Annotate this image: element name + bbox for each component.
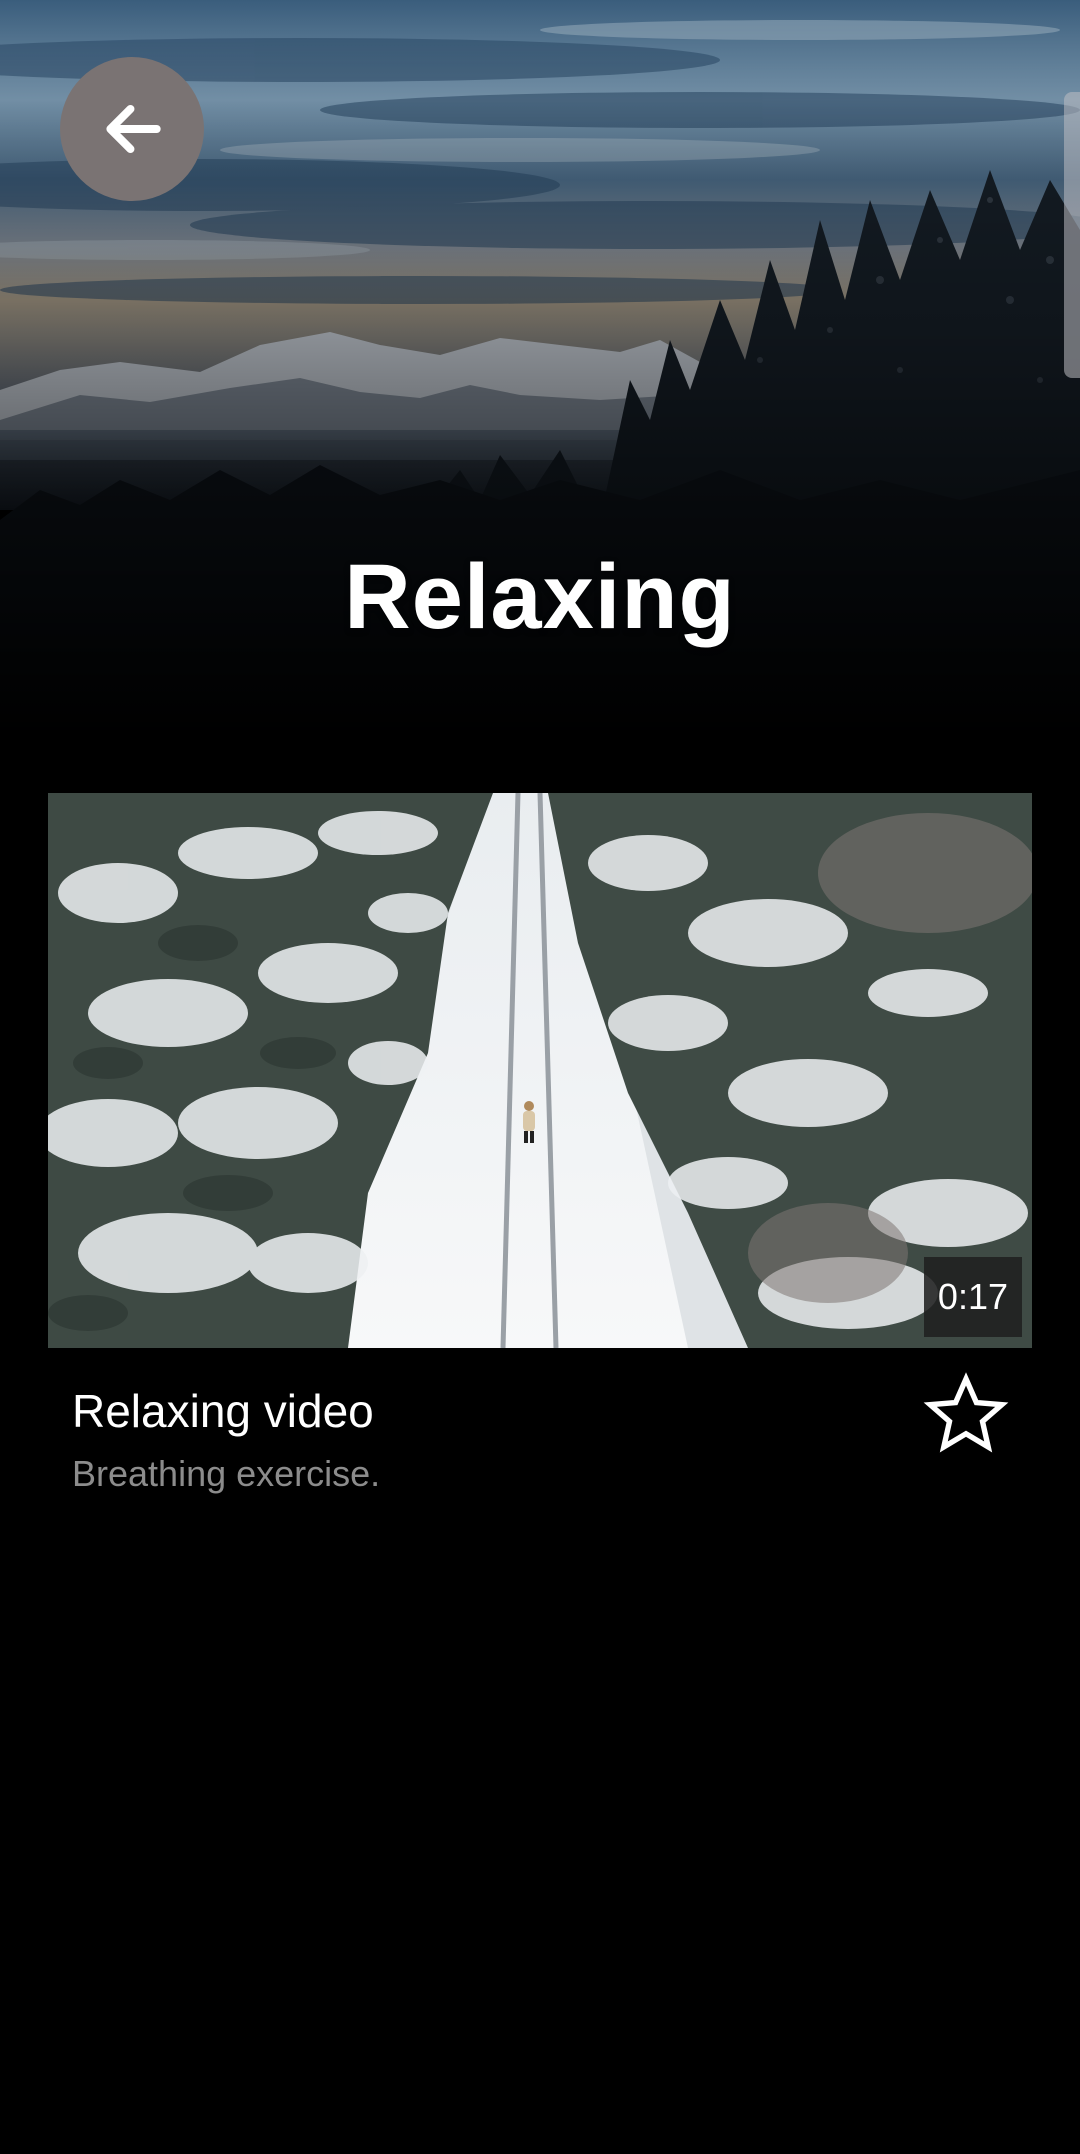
edge-panel-handle[interactable] xyxy=(1064,92,1080,378)
video-subtitle: Breathing exercise. xyxy=(72,1453,381,1494)
thumbnail-image xyxy=(48,793,1032,1348)
video-duration-badge: 0:17 xyxy=(923,1257,1022,1337)
video-title[interactable]: Relaxing video xyxy=(72,1384,374,1438)
video-card[interactable]: 0:17 Relaxing video Breathing exercise. xyxy=(48,793,1032,1498)
page-title: Relaxing xyxy=(344,546,736,648)
header-banner: Relaxing xyxy=(0,0,1080,740)
video-thumbnail[interactable]: 0:17 xyxy=(48,793,1032,1348)
favorite-button[interactable] xyxy=(920,1368,1012,1460)
star-outline-icon xyxy=(923,1372,1009,1453)
video-info: Relaxing video Breathing exercise. xyxy=(48,1348,1032,1498)
back-button[interactable] xyxy=(60,57,204,201)
arrow-left-icon xyxy=(106,104,161,154)
